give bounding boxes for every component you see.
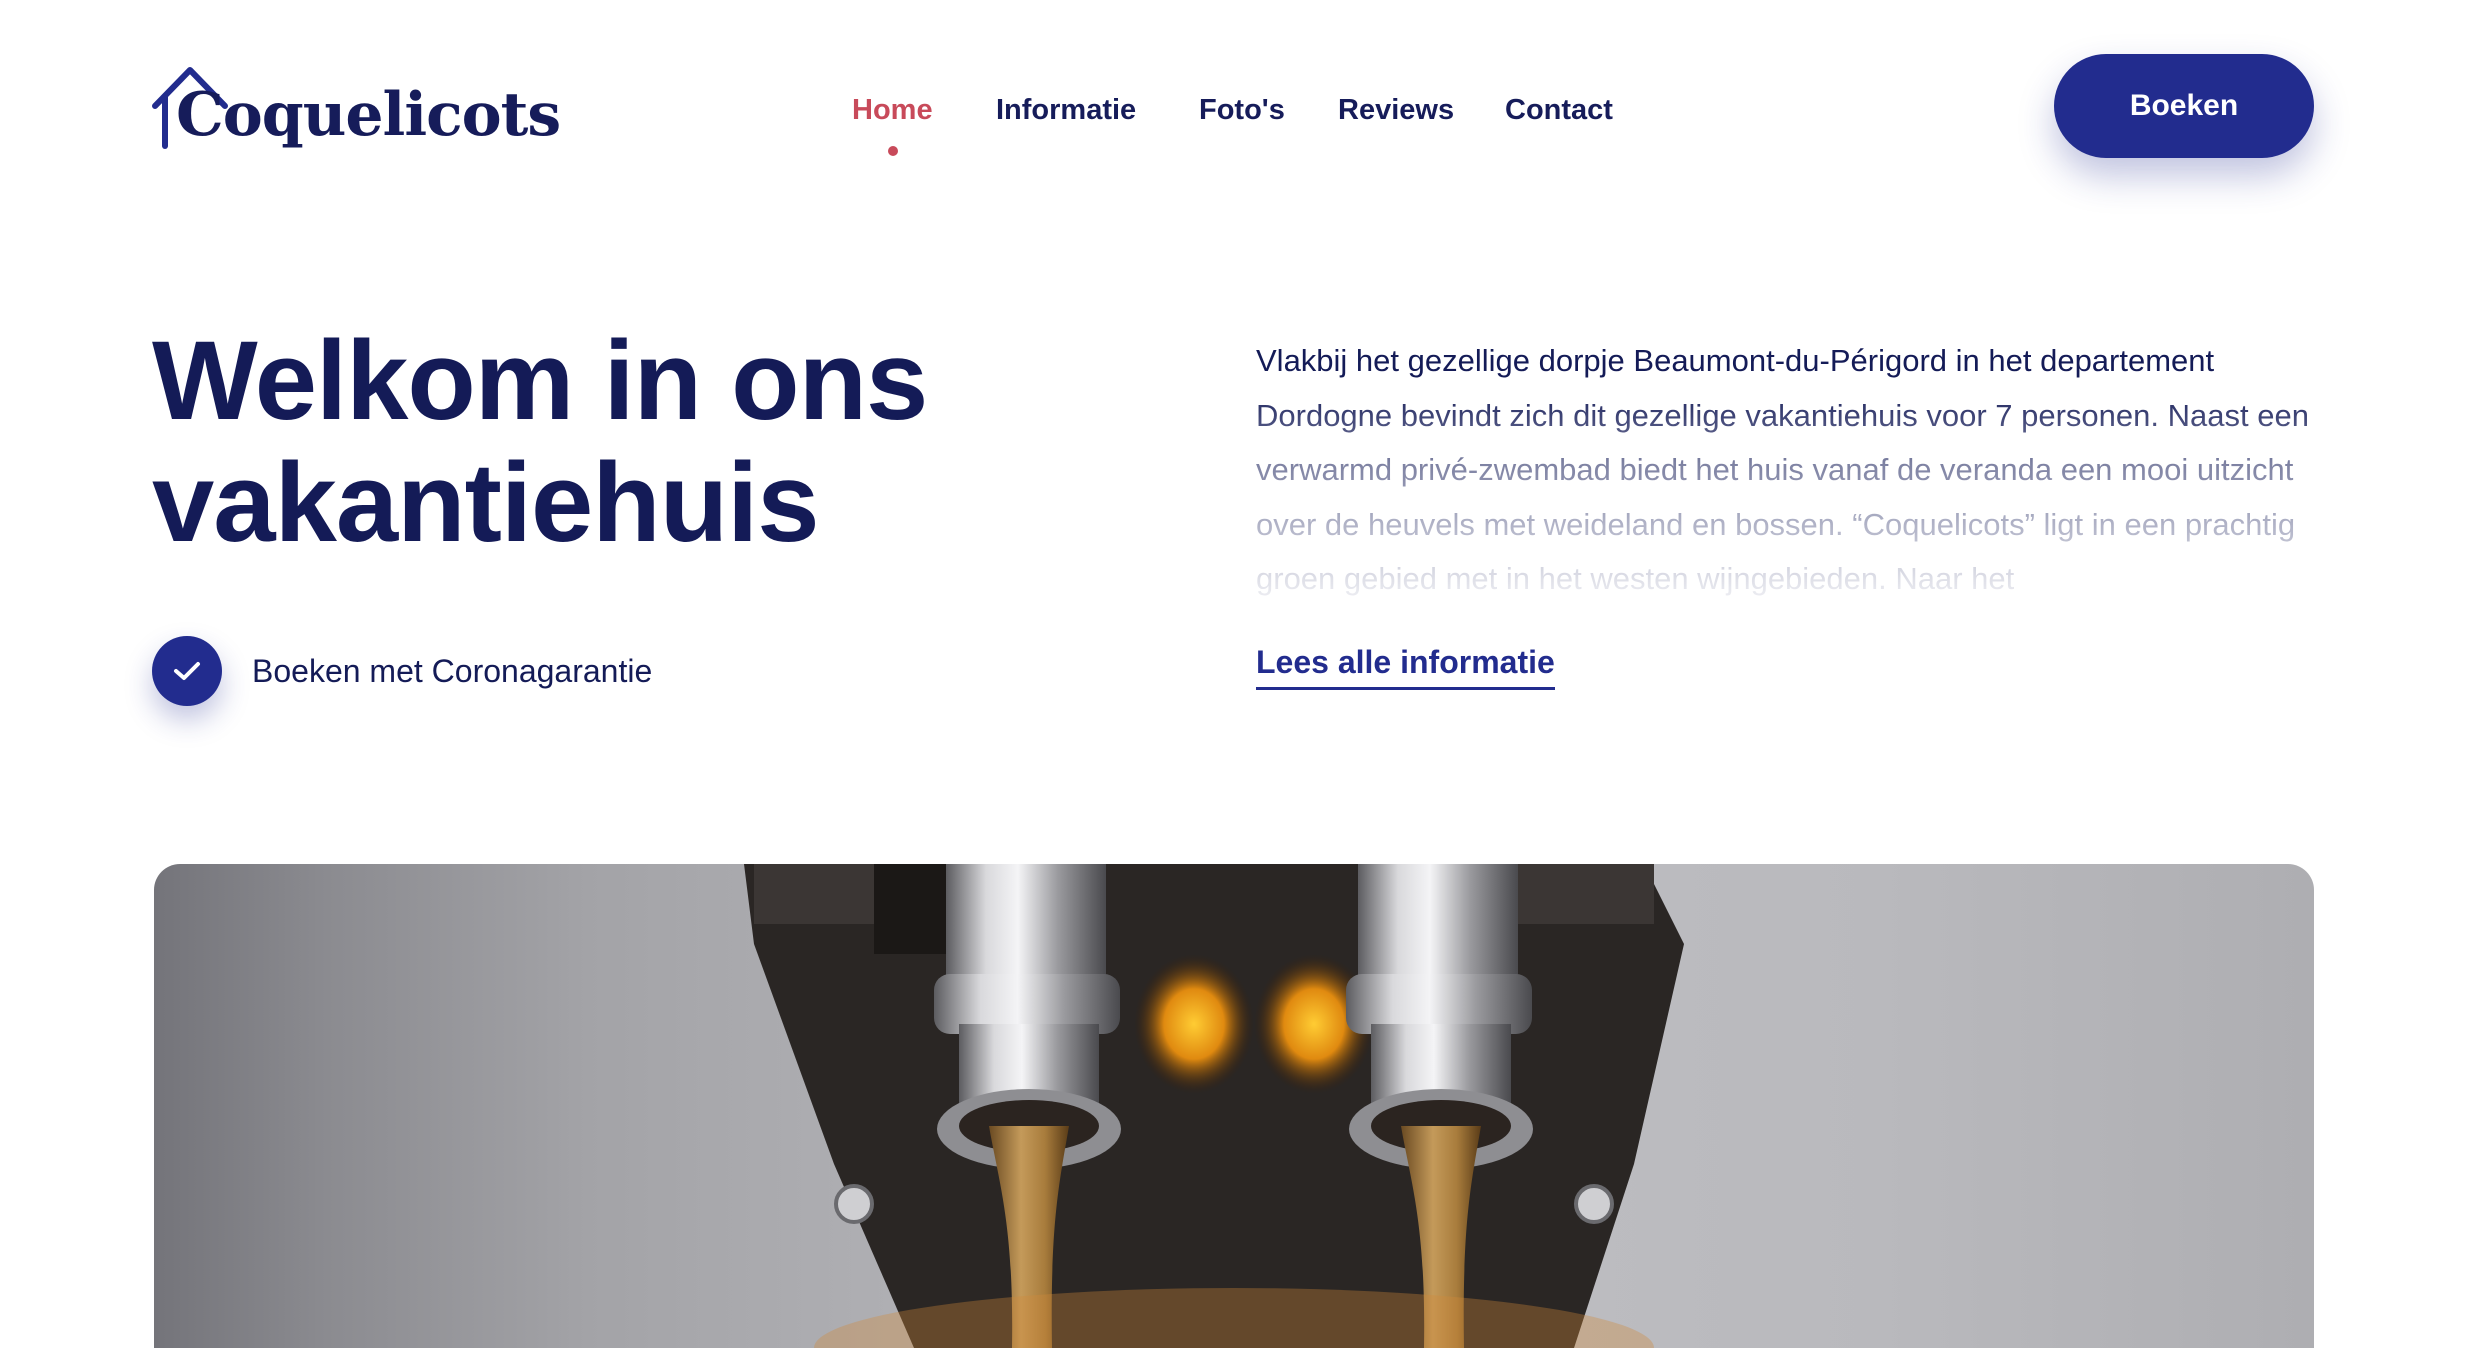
main-nav: Home Informatie Foto's Reviews Contact [852,94,1613,156]
nav-item-label: Reviews [1338,94,1455,126]
guarantee-label: Boeken met Coronagarantie [252,652,653,689]
nav-item-label: Foto's [1199,94,1285,126]
nav-item-label: Contact [1505,94,1613,126]
nav-item-informatie[interactable]: Informatie [996,94,1199,127]
check-badge [152,636,222,706]
logo[interactable]: Coquelicots [152,64,561,164]
corona-guarantee: Boeken met Coronagarantie [152,636,652,706]
nav-item-fotos[interactable]: Foto's [1199,94,1338,127]
book-button[interactable]: Boeken [2054,54,2314,158]
active-indicator-dot [888,146,898,156]
nav-item-label: Home [852,94,933,126]
nav-item-label: Informatie [996,94,1137,126]
nav-item-home[interactable]: Home [852,94,996,156]
check-icon [174,662,200,680]
hero-video[interactable] [154,864,2314,1348]
espresso-machine-image [744,864,1684,1348]
read-more-link[interactable]: Lees alle informatie [1256,644,1555,690]
logo-text: Coquelicots [176,80,561,150]
intro-text: Vlakbij het gezellige dorpje Beaumont-du… [1256,343,2309,596]
page-title: Welkom in ons vakantiehuis [152,318,928,565]
nav-item-contact[interactable]: Contact [1505,94,1613,127]
nav-item-reviews[interactable]: Reviews [1338,94,1505,127]
